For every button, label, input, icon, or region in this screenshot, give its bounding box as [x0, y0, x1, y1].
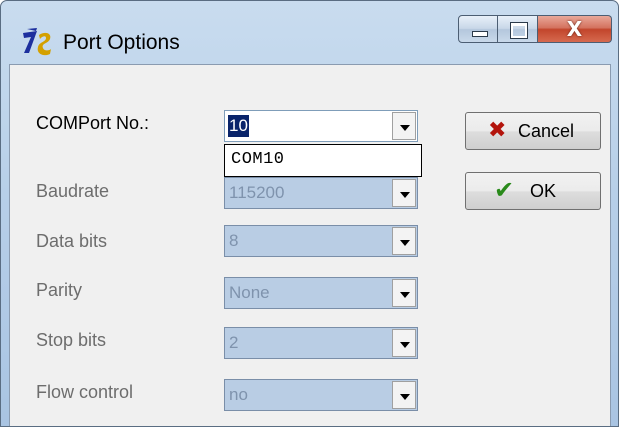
maximize-icon: [510, 22, 528, 39]
baudrate-combo[interactable]: 115200: [224, 177, 418, 209]
minimize-icon: [472, 31, 488, 37]
cancel-button-label: Cancel: [518, 121, 575, 141]
parity-value: None: [229, 283, 270, 302]
dialog-body: COMPort No.: 10 COM10 Baudrate 115200 Da…: [9, 64, 611, 426]
flow-control-label: Flow control: [36, 382, 134, 402]
comport-combo[interactable]: 10: [224, 110, 418, 142]
comport-value[interactable]: 10: [228, 115, 249, 137]
close-button[interactable]: X: [538, 15, 612, 43]
data-bits-value: 8: [229, 231, 239, 250]
minimize-button[interactable]: [458, 15, 498, 43]
close-icon: X: [566, 17, 583, 41]
maximize-button[interactable]: [498, 15, 538, 43]
zoc-app-icon: [23, 28, 51, 56]
red-x-icon: ✖: [488, 118, 507, 143]
stop-bits-combo[interactable]: 2: [224, 327, 418, 359]
stop-bits-value: 2: [229, 333, 239, 352]
dropdown-option-com10[interactable]: COM10: [231, 150, 285, 169]
data-bits-label: Data bits: [36, 231, 108, 251]
chevron-down-icon[interactable]: [392, 279, 416, 307]
green-checkmark-icon: ✔: [494, 176, 515, 204]
baudrate-label: Baudrate: [36, 181, 110, 201]
flow-control-combo[interactable]: no: [224, 379, 418, 411]
parity-combo[interactable]: None: [224, 277, 418, 309]
chevron-down-icon[interactable]: [392, 227, 416, 255]
comport-dropdown-list: COM10: [224, 144, 422, 177]
chevron-down-icon[interactable]: [392, 179, 416, 207]
chevron-down-icon[interactable]: [392, 381, 416, 409]
comport-label: COMPort No.:: [36, 113, 150, 133]
cancel-button[interactable]: ✖ Cancel: [465, 112, 601, 150]
ok-button-label: OK: [530, 181, 557, 201]
chevron-down-icon[interactable]: [392, 329, 416, 357]
port-options-dialog: Port Options X COMPort No.: 10 COM10 Bau…: [0, 0, 619, 427]
caption-buttons: X: [458, 15, 612, 45]
baudrate-value: 115200: [229, 183, 285, 202]
title-bar[interactable]: Port Options X: [1, 1, 618, 63]
stop-bits-label: Stop bits: [36, 330, 107, 350]
flow-control-value: no: [229, 385, 248, 404]
chevron-down-icon[interactable]: [392, 112, 416, 140]
window-title: Port Options: [63, 31, 180, 54]
ok-button[interactable]: ✔ OK: [465, 172, 601, 210]
data-bits-combo[interactable]: 8: [224, 225, 418, 257]
parity-label: Parity: [36, 280, 83, 300]
